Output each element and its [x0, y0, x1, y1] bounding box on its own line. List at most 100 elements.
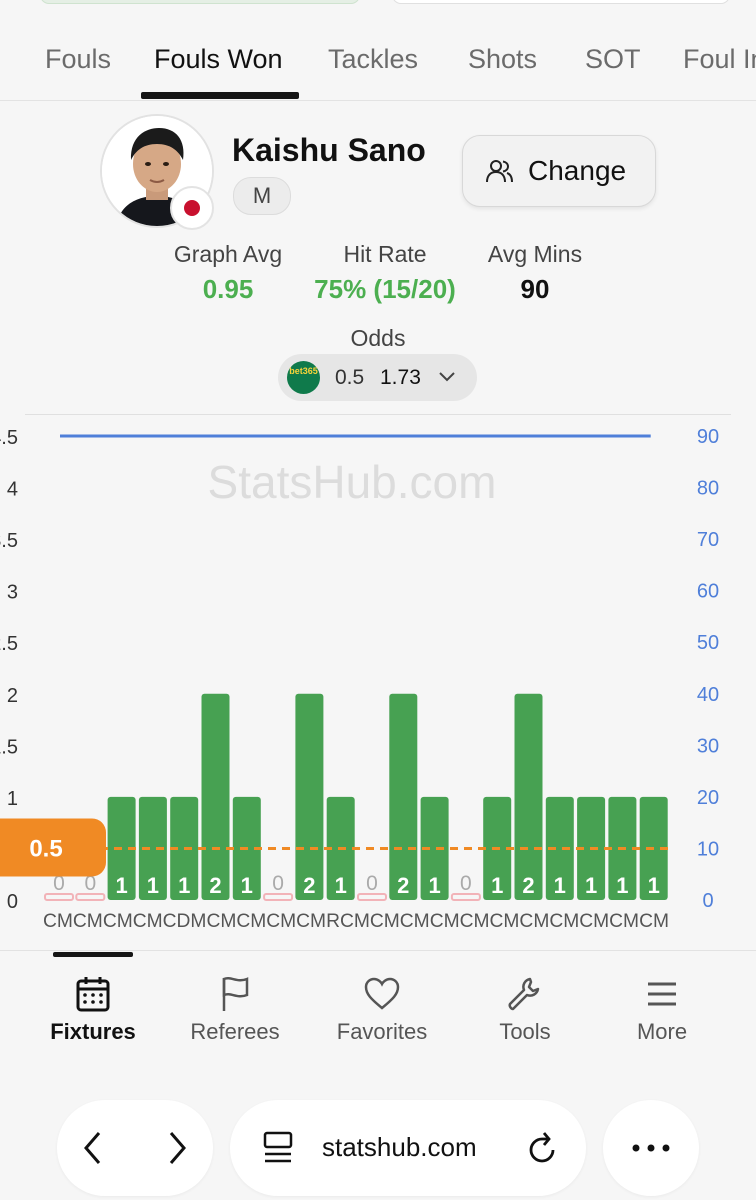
bet365-logo: bet365: [287, 361, 320, 394]
tab-tackles[interactable]: Tackles: [328, 44, 418, 75]
bar-value-label: 1: [335, 873, 347, 898]
y2-axis-tick-label: 40: [697, 684, 719, 706]
tab-foul-in[interactable]: Foul In: [683, 44, 756, 75]
browser-toolbar: statshub.com: [0, 1080, 756, 1200]
position-badge: M: [233, 177, 291, 215]
users-icon: [486, 160, 513, 183]
tab-fouls-won[interactable]: Fouls Won: [154, 44, 283, 75]
bar-value-label: 1: [491, 873, 503, 898]
bar-value-label: 1: [178, 873, 190, 898]
odds-label: Odds: [350, 325, 406, 351]
graph-avg-label: Graph Avg: [173, 241, 283, 267]
change-button-label: Change: [528, 155, 627, 186]
y2-axis-tick-label: 20: [697, 787, 719, 809]
nav-more[interactable]: More: [592, 975, 732, 1045]
nav-favorites[interactable]: Favorites: [312, 975, 452, 1045]
nav-active-indicator: [53, 952, 133, 957]
tab-fouls[interactable]: Fouls: [45, 44, 111, 75]
bar-value-label: 1: [428, 873, 440, 898]
nav-fixtures[interactable]: Fixtures: [23, 975, 163, 1045]
avg-mins-value: 90: [520, 274, 550, 304]
y-axis-tick-label: 2: [7, 685, 18, 707]
address-bar[interactable]: statshub.com: [230, 1100, 586, 1196]
y-axis-tick-label: 0: [7, 891, 18, 913]
bar-value-label: 0: [366, 872, 378, 895]
nav-tools-label: Tools: [499, 1019, 551, 1044]
heart-icon: [364, 977, 400, 1010]
bar-value-label: 1: [115, 873, 127, 898]
graph-avg-value: 0.95: [202, 274, 254, 304]
active-tab-indicator: [141, 92, 299, 99]
top-strip: [0, 0, 756, 22]
odds-price: 1.73: [380, 366, 421, 389]
top-partial-button-left[interactable]: [40, 0, 360, 4]
wrench-icon: [508, 977, 540, 1011]
top-partial-button-right[interactable]: [392, 0, 730, 4]
hit-rate-label: Hit Rate: [343, 241, 427, 267]
bar-value-label: 0: [460, 872, 472, 895]
reload-icon[interactable]: [526, 1130, 560, 1166]
odds-line: 0.5: [335, 366, 365, 389]
chart-svg: StatsHub.com011.522.533.544.501020304050…: [0, 426, 719, 932]
url-text: statshub.com: [322, 1132, 477, 1162]
tab-overview-icon[interactable]: [262, 1130, 294, 1166]
bar: [201, 693, 230, 900]
nav-separator: [0, 950, 756, 951]
y-axis-tick-label: 2.5: [0, 633, 18, 655]
y2-axis-tick-label: 60: [697, 581, 719, 603]
tab-shots[interactable]: Shots: [468, 44, 537, 75]
x-axis-category-labels: CMCMCMCMCDMCMCMCMCMRCMCMCMCMCMCMCMCMCMCM…: [43, 911, 669, 932]
y-axis-tick-label: 1.5: [0, 736, 18, 758]
bar-value-label: 2: [522, 873, 534, 898]
bar-value-label: 1: [147, 873, 159, 898]
avg-mins-label: Avg Mins: [487, 241, 583, 267]
japan-flag-icon: [170, 186, 214, 230]
y2-axis-tick-label: 80: [697, 478, 719, 500]
threshold-label: 0.5: [29, 835, 62, 862]
change-player-button[interactable]: Change: [462, 135, 656, 207]
y-axis-tick-label: 1: [7, 788, 18, 810]
y2-axis-tick-label: 50: [697, 632, 719, 654]
nav-referees-label: Referees: [190, 1019, 280, 1044]
stat-tabs: Fouls Fouls Won Tackles Shots SOT Foul I…: [0, 22, 756, 101]
chevron-down-icon: [439, 372, 455, 382]
chart-divider: [25, 414, 731, 415]
calendar-icon: [76, 977, 110, 1012]
bar-value-label: 1: [241, 873, 253, 898]
y2-axis-tick-label: 70: [697, 529, 719, 551]
chart-watermark: StatsHub.com: [208, 456, 497, 508]
bar: [389, 693, 418, 900]
bar-value-label: 2: [303, 873, 315, 898]
odds-selector[interactable]: bet365 0.5 1.73: [278, 354, 477, 401]
nav-fixtures-label: Fixtures: [50, 1019, 136, 1044]
bar-value-label: 2: [397, 873, 409, 898]
forward-arrow-icon[interactable]: [165, 1130, 189, 1166]
y2-axis-tick-label: 0: [702, 890, 713, 912]
bar: [514, 693, 543, 900]
bar-value-label: 1: [648, 873, 660, 898]
ellipsis-icon: [632, 1144, 670, 1152]
y2-axis-tick-label: 10: [697, 838, 719, 860]
nav-favorites-label: Favorites: [336, 1019, 428, 1044]
menu-icon: [648, 982, 676, 1006]
fouls-won-chart: StatsHub.com011.522.533.544.501020304050…: [0, 420, 756, 940]
y-axis-tick-label: 3: [7, 582, 18, 604]
y-axis-tick-label: 3.5: [0, 530, 18, 552]
bar-value-label: 2: [209, 873, 221, 898]
bar-value-label: 1: [554, 873, 566, 898]
browser-nav-group: [57, 1100, 213, 1196]
bar-value-label: 1: [585, 873, 597, 898]
y-axis-tick-label: 4.5: [0, 427, 18, 449]
back-arrow-icon[interactable]: [81, 1130, 105, 1166]
bar: [295, 693, 324, 900]
nav-referees[interactable]: Referees: [165, 975, 305, 1045]
bar-value-label: 0: [272, 872, 284, 895]
nav-more-label: More: [636, 1019, 688, 1044]
more-options-button[interactable]: [603, 1100, 699, 1196]
tab-sot[interactable]: SOT: [585, 44, 641, 75]
nav-tools[interactable]: Tools: [455, 975, 595, 1045]
hit-rate-value: 75% (15/20): [314, 274, 456, 304]
bar-value-label: 1: [616, 873, 628, 898]
y2-axis-tick-label: 90: [697, 426, 719, 448]
y-axis-tick-label: 4: [7, 479, 18, 501]
